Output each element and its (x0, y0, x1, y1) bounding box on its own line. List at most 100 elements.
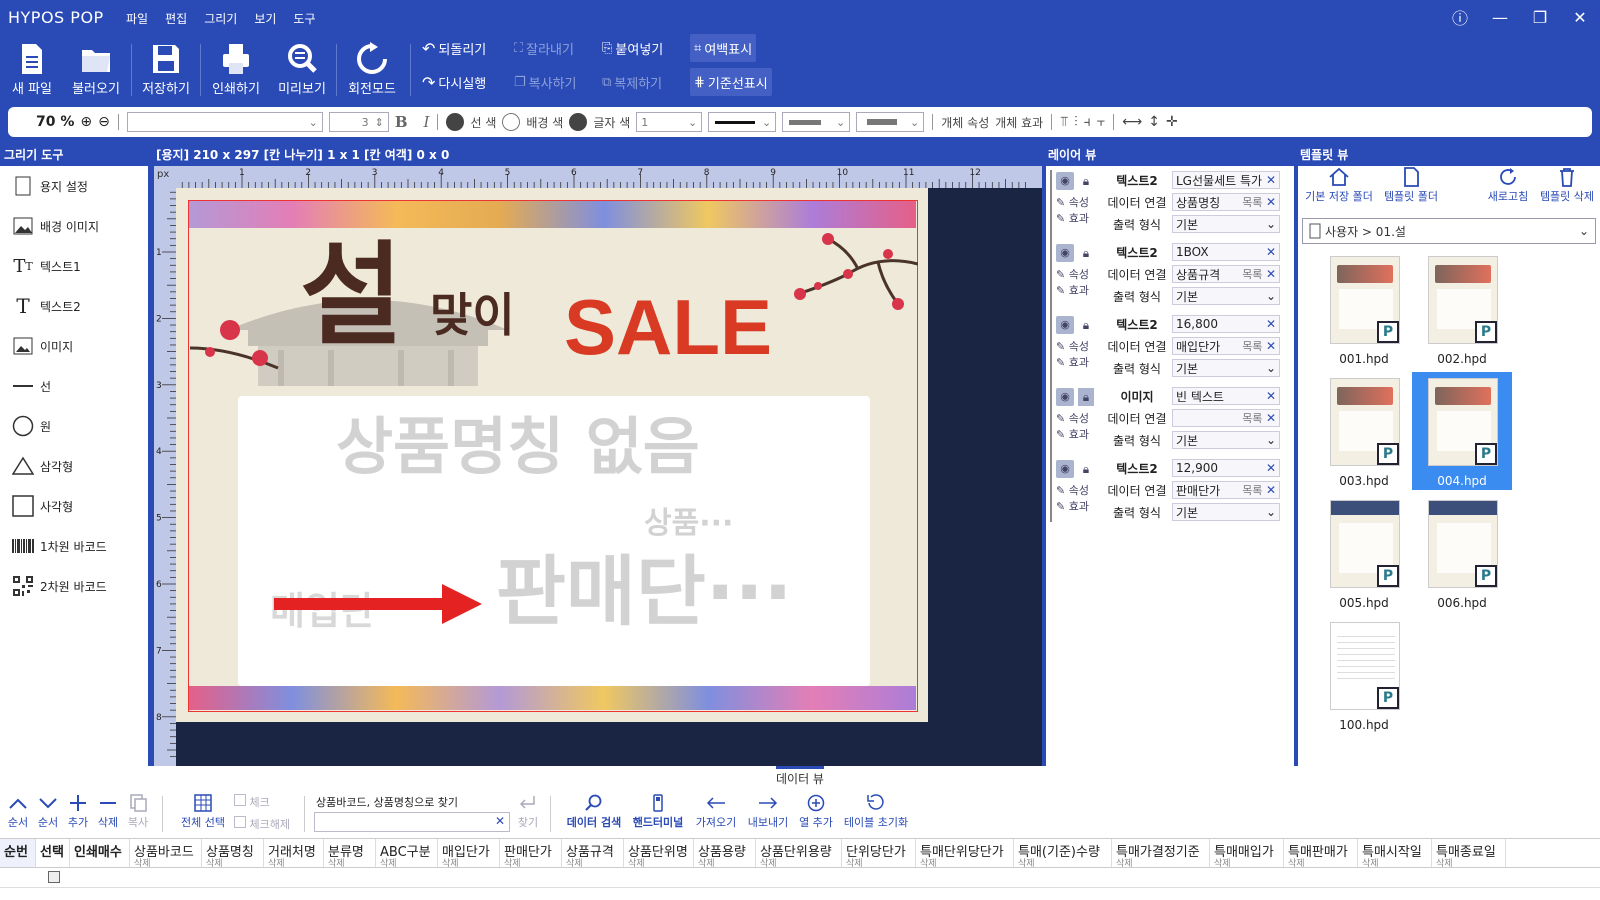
open-button[interactable]: 불러오기 (64, 38, 128, 100)
clear-icon[interactable]: ✕ (1266, 389, 1276, 403)
line-color-swatch[interactable] (446, 113, 465, 131)
menu-file[interactable]: 파일 (126, 10, 148, 27)
menu-edit[interactable]: 편집 (165, 10, 187, 27)
template-item[interactable]: P 100.hpd (1314, 616, 1414, 734)
column-header[interactable]: 상품용량 삭제 (694, 839, 756, 867)
order-up-button[interactable]: 순서 (4, 794, 32, 830)
tool-line[interactable]: 선 (0, 366, 148, 406)
fill-style-select[interactable]: ⌄ (856, 112, 925, 132)
delete-column-link[interactable]: 삭제 (206, 860, 259, 868)
delete-column-link[interactable]: 삭제 (760, 860, 837, 868)
delete-row-button[interactable]: 삭제 (94, 794, 122, 830)
info-icon[interactable]: ⓘ (1440, 0, 1480, 34)
minimize-button[interactable]: — (1480, 0, 1520, 34)
layer-attr-button[interactable]: ✎ 속성 (1056, 410, 1102, 426)
layer-attr-button[interactable]: ✎ 속성 (1056, 266, 1102, 282)
lock-icon[interactable]: 🔒︎ (1078, 316, 1094, 334)
lock-icon[interactable]: 🔒︎ (1078, 172, 1094, 190)
clear-icon[interactable]: ✕ (1266, 267, 1276, 281)
order-down-button[interactable]: 순서 (34, 794, 62, 830)
search-input[interactable]: ✕ (314, 812, 510, 832)
layer-attr-button[interactable]: ✎ 속성 (1056, 338, 1102, 354)
template-folder-button[interactable]: 템플릿 폴더 (1380, 166, 1442, 204)
delete-column-link[interactable]: 삭제 (380, 860, 433, 868)
output-format-select[interactable]: 기본 ⌄ (1172, 431, 1280, 449)
column-header[interactable]: 순번 (0, 839, 36, 867)
object-effect-button[interactable]: 개체 효과 (995, 114, 1043, 131)
delete-column-link[interactable]: 삭제 (628, 860, 689, 868)
column-header[interactable]: ABC구분 삭제 (376, 839, 438, 867)
zoom-value[interactable]: 70 % (36, 114, 74, 130)
arrow-icon[interactable] (274, 582, 484, 626)
handy-terminal-button[interactable]: 핸드터미널 (628, 794, 688, 830)
list-button[interactable]: 목록 (1242, 412, 1262, 425)
tool-text1[interactable]: T T 텍스트1 (0, 246, 148, 286)
layer-effect-button[interactable]: ✎ 효과 (1056, 426, 1102, 442)
layer-row[interactable]: ◉ 🔒︎ ✎ 속성 ✎ 효과 이미지 빈 텍스트 ✕ 데이터 연결 목록 ✕ 출력 형식 기본 ⌄ (1052, 386, 1286, 450)
list-button[interactable]: 목록 (1242, 268, 1262, 281)
data-link-field[interactable]: 판매단가 목록 ✕ (1172, 481, 1280, 499)
clear-icon[interactable]: ✕ (1266, 195, 1276, 209)
delete-column-link[interactable]: 삭제 (566, 860, 619, 868)
tool-paper-setup[interactable]: 용지 설정 (0, 166, 148, 206)
delete-column-link[interactable]: 삭제 (846, 860, 911, 868)
redo-button[interactable]: ↷ 다시실행 (418, 68, 490, 96)
layer-row[interactable]: ◉ 🔒︎ ✎ 속성 ✎ 효과 텍스트2 LG선물세트 특가 ✕ 데이터 연결 상품명칭 목록 ✕ 출… (1052, 170, 1286, 234)
text-color-label[interactable]: 글자 색 (593, 114, 630, 131)
data-link-field[interactable]: 상품규격 목록 ✕ (1172, 265, 1280, 283)
column-header[interactable]: 판매단가 삭제 (500, 839, 562, 867)
data-search-button[interactable]: 데이터 검색 (564, 794, 624, 830)
canvas-area[interactable]: 1 2 3 4 5 6 7 8 9 10 11 12 12345678 px 설… (154, 166, 1042, 766)
sale-price-text[interactable]: 판매단··· (496, 550, 792, 634)
clear-icon[interactable]: ✕ (1266, 483, 1276, 497)
layer-value-field[interactable]: 빈 텍스트 ✕ (1172, 387, 1280, 405)
align-top-icon[interactable]: ⫪ (1060, 114, 1068, 130)
output-format-select[interactable]: 기본 ⌄ (1172, 287, 1280, 305)
line-color-label[interactable]: 선 색 (470, 114, 496, 131)
delete-column-link[interactable]: 삭제 (1436, 860, 1501, 868)
guideline-display-toggle[interactable]: ⋕ 기준선표시 (690, 68, 772, 96)
duplicate-button[interactable]: ⧉ 복제하기 (598, 68, 666, 96)
restore-button[interactable]: ❐ (1520, 0, 1560, 34)
save-button[interactable]: 저장하기 (134, 38, 198, 100)
template-item[interactable]: P 003.hpd (1314, 372, 1414, 490)
preview-button[interactable]: 미리보기 (270, 38, 334, 100)
menu-draw[interactable]: 그리기 (204, 10, 237, 27)
tool-barcode-1d[interactable]: 1차원 바코드 (0, 526, 148, 566)
select-all-button[interactable]: 전체 선택 (176, 794, 230, 830)
data-link-field[interactable]: 목록 ✕ (1172, 409, 1280, 427)
clear-icon[interactable]: ✕ (1266, 461, 1276, 475)
layer-value-field[interactable]: LG선물세트 특가 ✕ (1172, 171, 1280, 189)
template-item[interactable]: P 002.hpd (1412, 250, 1512, 368)
distribute-h-icon[interactable]: ⟷ (1122, 114, 1142, 130)
add-row-button[interactable]: 추가 (64, 794, 92, 830)
column-header[interactable]: 선택 (36, 839, 70, 867)
layer-value-field[interactable]: 12,900 ✕ (1172, 459, 1280, 477)
template-item[interactable]: P 006.hpd (1412, 494, 1512, 612)
lock-icon[interactable]: 🔒︎ (1078, 244, 1094, 262)
zoom-out-icon[interactable]: ⊖ (98, 114, 110, 130)
layer-row[interactable]: ◉ 🔒︎ ✎ 속성 ✎ 효과 텍스트2 16,800 ✕ 데이터 연결 매입단가 목록 ✕ 출력 형… (1052, 314, 1286, 378)
layer-effect-button[interactable]: ✎ 효과 (1056, 354, 1102, 370)
delete-column-link[interactable]: 삭제 (442, 860, 495, 868)
template-item[interactable]: P 005.hpd (1314, 494, 1414, 612)
column-header[interactable]: 특매시작일 삭제 (1358, 839, 1432, 867)
eye-icon[interactable]: ◉ (1056, 316, 1074, 334)
paste-button[interactable]: ⎘ 붙여넣기 (598, 34, 667, 62)
delete-column-link[interactable]: 삭제 (698, 860, 751, 868)
bold-button[interactable]: B (395, 113, 408, 131)
output-format-select[interactable]: 기본 ⌄ (1172, 359, 1280, 377)
column-header[interactable]: 특매매입가 삭제 (1210, 839, 1284, 867)
poster-title-maji[interactable]: 맞이 (430, 292, 515, 338)
export-button[interactable]: 내보내기 (744, 794, 792, 830)
line-dash-select[interactable]: ⌄ (782, 112, 851, 132)
tool-rectangle[interactable]: 사각형 (0, 486, 148, 526)
layer-row[interactable]: ◉ 🔒︎ ✎ 속성 ✎ 효과 텍스트2 12,900 ✕ 데이터 연결 판매단가 목록 ✕ 출력 형… (1052, 458, 1286, 522)
font-select[interactable]: ⌄ (126, 112, 323, 132)
lock-icon[interactable]: 🔒︎ (1078, 460, 1094, 478)
zoom-in-icon[interactable]: ⊕ (80, 114, 92, 130)
copy-button[interactable]: ❐ 복사하기 (510, 68, 581, 96)
layer-attr-button[interactable]: ✎ 속성 (1056, 194, 1102, 210)
output-format-select[interactable]: 기본 ⌄ (1172, 503, 1280, 521)
text-color-swatch[interactable] (569, 113, 588, 131)
